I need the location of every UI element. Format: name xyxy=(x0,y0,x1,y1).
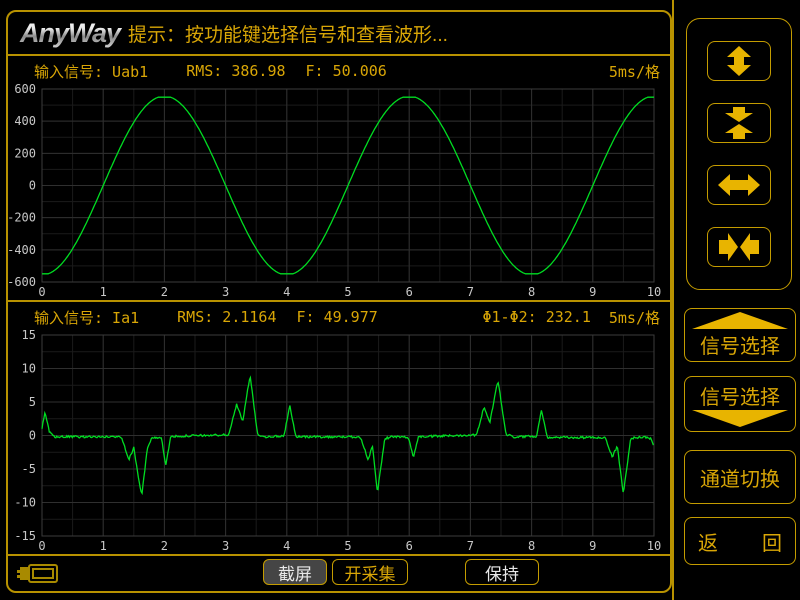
current-frequency-value: F: 49.977 xyxy=(297,308,378,326)
svg-text:6: 6 xyxy=(406,539,413,553)
svg-text:4: 4 xyxy=(283,539,290,553)
svg-text:8: 8 xyxy=(528,539,535,553)
triangle-up-icon xyxy=(690,312,790,330)
battery-icon xyxy=(16,561,62,585)
hint-text: 提示：按功能键选择信号和查看波形... xyxy=(128,20,448,47)
current-waveform-chart: 151050-5-10-15012345678910 xyxy=(8,330,668,554)
svg-text:5: 5 xyxy=(344,539,351,553)
signal-select-up-button[interactable]: 信号选择 xyxy=(684,308,796,362)
current-timebase-label: 5ms/格 xyxy=(609,307,660,328)
svg-text:600: 600 xyxy=(14,84,36,96)
phase-difference-value: Φ1-Φ2: 232.1 xyxy=(483,308,591,326)
svg-text:200: 200 xyxy=(14,146,36,160)
svg-text:-400: -400 xyxy=(8,243,36,257)
voltage-frequency-value: F: 50.006 xyxy=(306,62,387,80)
scale-button-group xyxy=(686,18,792,290)
signal-select-down-label: 信号选择 xyxy=(700,381,780,410)
channel-switch-label: 通道切换 xyxy=(700,463,780,492)
svg-text:9: 9 xyxy=(589,285,596,299)
svg-text:6: 6 xyxy=(406,285,413,299)
svg-text:-200: -200 xyxy=(8,211,36,225)
back-button[interactable]: 返 回 xyxy=(684,517,796,565)
svg-text:10: 10 xyxy=(22,362,36,376)
triangle-down-icon xyxy=(690,410,790,428)
svg-text:0: 0 xyxy=(29,429,36,443)
channel-switch-button[interactable]: 通道切换 xyxy=(684,450,796,504)
svg-text:7: 7 xyxy=(467,285,474,299)
svg-text:1: 1 xyxy=(100,539,107,553)
anyway-logo: AnyWay xyxy=(8,18,128,49)
current-rms-value: RMS: 2.1164 xyxy=(177,308,276,326)
expand-horizontal-icon xyxy=(717,169,761,201)
sidebar: 信号选择 信号选择 通道切换 返 回 xyxy=(672,0,800,600)
bottom-bar: 截屏 开采集 保持 xyxy=(8,556,670,591)
power-analyzer-screen: AnyWay 提示：按功能键选择信号和查看波形... 输入信号: Uab1 RM… xyxy=(0,0,800,600)
voltage-chart-section: 输入信号: Uab1 RMS: 386.98 F: 50.006 5ms/格 6… xyxy=(8,56,670,302)
svg-text:10: 10 xyxy=(647,539,661,553)
voltage-timebase-label: 5ms/格 xyxy=(609,61,660,82)
voltage-signal-label: 输入信号: Uab1 xyxy=(34,61,148,82)
current-signal-label: 输入信号: Ia1 xyxy=(34,307,139,328)
current-chart-section: 输入信号: Ia1 RMS: 2.1164 F: 49.977 Φ1-Φ2: 2… xyxy=(8,302,670,556)
screenshot-button[interactable]: 截屏 xyxy=(263,559,327,585)
svg-text:10: 10 xyxy=(647,285,661,299)
voltage-rms-value: RMS: 386.98 xyxy=(186,62,285,80)
current-chart-header: 输入信号: Ia1 RMS: 2.1164 F: 49.977 Φ1-Φ2: 2… xyxy=(8,304,670,330)
svg-text:3: 3 xyxy=(222,285,229,299)
signal-select-up-label: 信号选择 xyxy=(700,330,780,359)
signal-select-down-button[interactable]: 信号选择 xyxy=(684,376,796,432)
hold-button[interactable]: 保持 xyxy=(465,559,539,585)
top-bar: AnyWay 提示：按功能键选择信号和查看波形... xyxy=(8,12,670,56)
svg-text:0: 0 xyxy=(38,539,45,553)
svg-text:3: 3 xyxy=(222,539,229,553)
voltage-waveform-chart: 6004002000-200-400-600012345678910 xyxy=(8,84,668,300)
voltage-chart-header: 输入信号: Uab1 RMS: 386.98 F: 50.006 5ms/格 xyxy=(8,58,670,84)
expand-horizontal-button[interactable] xyxy=(707,165,771,205)
start-acquisition-button[interactable]: 开采集 xyxy=(332,559,408,585)
svg-text:0: 0 xyxy=(38,285,45,299)
compress-horizontal-icon xyxy=(717,231,761,263)
svg-text:15: 15 xyxy=(22,330,36,342)
back-label: 返 回 xyxy=(698,527,782,556)
svg-text:8: 8 xyxy=(528,285,535,299)
svg-text:-10: -10 xyxy=(14,496,36,510)
svg-text:-600: -600 xyxy=(8,275,36,289)
svg-text:-15: -15 xyxy=(14,529,36,543)
main-frame: AnyWay 提示：按功能键选择信号和查看波形... 输入信号: Uab1 RM… xyxy=(6,10,672,593)
svg-text:1: 1 xyxy=(100,285,107,299)
svg-text:7: 7 xyxy=(467,539,474,553)
svg-text:4: 4 xyxy=(283,285,290,299)
svg-text:2: 2 xyxy=(161,539,168,553)
svg-text:9: 9 xyxy=(589,539,596,553)
svg-text:2: 2 xyxy=(161,285,168,299)
svg-text:5: 5 xyxy=(344,285,351,299)
compress-horizontal-button[interactable] xyxy=(707,227,771,267)
svg-text:-5: -5 xyxy=(22,462,36,476)
expand-vertical-icon xyxy=(717,45,761,77)
svg-text:5: 5 xyxy=(29,395,36,409)
compress-vertical-icon xyxy=(717,107,761,139)
expand-vertical-button[interactable] xyxy=(707,41,771,81)
compress-vertical-button[interactable] xyxy=(707,103,771,143)
svg-text:0: 0 xyxy=(29,179,36,193)
svg-text:400: 400 xyxy=(14,114,36,128)
